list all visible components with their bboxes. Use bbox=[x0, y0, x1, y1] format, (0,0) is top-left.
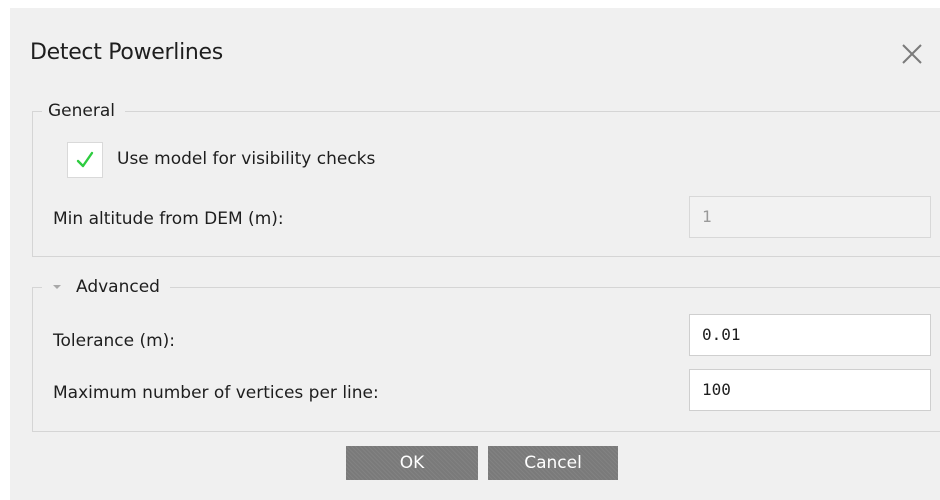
triangle-down-icon[interactable] bbox=[50, 280, 64, 294]
max-vertices-field[interactable]: 100 bbox=[689, 369, 931, 411]
use-model-checkbox-label[interactable]: Use model for visibility checks bbox=[117, 149, 375, 169]
advanced-group-legend[interactable]: Advanced bbox=[42, 275, 170, 299]
advanced-group: Advanced Tolerance (m): 0.01 Maximum num… bbox=[32, 275, 940, 432]
cancel-button[interactable]: Cancel bbox=[488, 446, 618, 480]
tolerance-field[interactable]: 0.01 bbox=[689, 314, 931, 356]
advanced-legend-label[interactable]: Advanced bbox=[76, 275, 160, 299]
general-legend-label: General bbox=[48, 101, 115, 121]
general-group: General Use model for visibility checks … bbox=[32, 99, 940, 257]
close-icon bbox=[902, 44, 922, 64]
min-altitude-field[interactable]: 1 bbox=[689, 196, 931, 238]
min-altitude-label: Min altitude from DEM (m): bbox=[53, 209, 284, 229]
ok-button[interactable]: OK bbox=[346, 446, 478, 480]
use-model-checkbox[interactable] bbox=[67, 142, 103, 178]
max-vertices-label: Maximum number of vertices per line: bbox=[53, 383, 379, 403]
tolerance-label: Tolerance (m): bbox=[53, 331, 176, 351]
dialog-title: Detect Powerlines bbox=[30, 40, 223, 65]
checkmark-icon bbox=[76, 151, 94, 168]
detect-powerlines-dialog: Detect Powerlines General Use model for … bbox=[10, 8, 940, 500]
close-button[interactable] bbox=[894, 36, 930, 72]
general-group-legend: General bbox=[42, 99, 125, 123]
